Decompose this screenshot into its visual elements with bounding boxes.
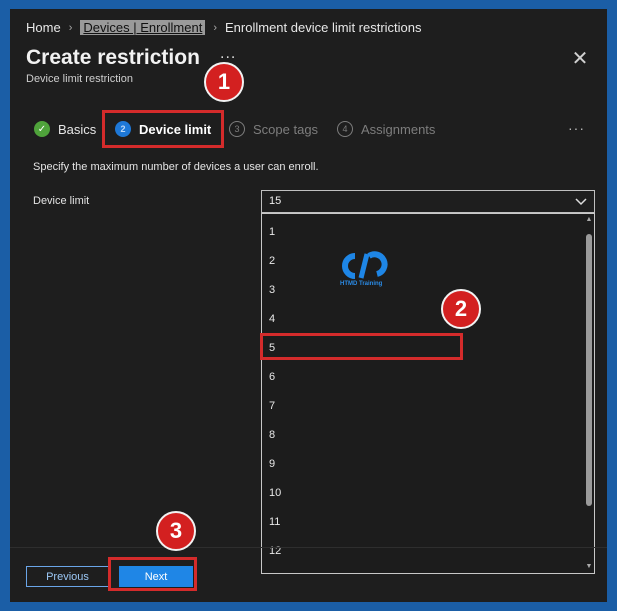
close-icon[interactable]: ✕ bbox=[570, 49, 590, 69]
dropdown-option-4[interactable]: 4 bbox=[269, 313, 275, 325]
highlight-option-5 bbox=[260, 333, 463, 360]
device-limit-value: 15 bbox=[269, 195, 282, 207]
device-limit-select[interactable]: 15 bbox=[261, 190, 595, 213]
previous-button[interactable]: Previous bbox=[26, 566, 109, 587]
dropdown-option-11[interactable]: 11 bbox=[269, 516, 280, 528]
scroll-down-icon[interactable]: ▼ bbox=[585, 563, 593, 571]
tabs-more-icon[interactable]: ··· bbox=[568, 120, 585, 136]
dropdown-option-9[interactable]: 9 bbox=[269, 458, 275, 470]
more-options-icon[interactable]: ... bbox=[220, 45, 236, 63]
tab-assignments[interactable]: 4 Assignments bbox=[337, 121, 435, 137]
breadcrumb: Home › Devices | Enrollment › Enrollment… bbox=[26, 20, 422, 35]
create-restriction-panel: Home › Devices | Enrollment › Enrollment… bbox=[10, 9, 607, 602]
tab-label: Assignments bbox=[361, 121, 436, 137]
page-subtitle: Device limit restriction bbox=[26, 73, 133, 85]
step-number-icon: 4 bbox=[337, 121, 353, 137]
tab-scope-tags[interactable]: 3 Scope tags bbox=[229, 121, 318, 137]
scroll-up-icon[interactable]: ▲ bbox=[585, 216, 593, 224]
checkmark-icon: ✓ bbox=[34, 121, 50, 137]
dropdown-option-7[interactable]: 7 bbox=[269, 400, 275, 412]
device-limit-label: Device limit bbox=[33, 195, 90, 207]
highlight-device-limit-tab bbox=[102, 110, 224, 148]
tab-basics[interactable]: ✓ Basics bbox=[34, 121, 96, 137]
tab-label: Basics bbox=[58, 121, 97, 137]
tab-label: Scope tags bbox=[253, 121, 319, 137]
annotation-badge-3: 3 bbox=[156, 511, 196, 551]
page-title: Create restriction bbox=[26, 46, 200, 69]
step-number-icon: 3 bbox=[229, 121, 245, 137]
dropdown-option-1[interactable]: 1 bbox=[269, 226, 275, 238]
breadcrumb-current: Enrollment device limit restrictions bbox=[225, 20, 422, 35]
device-limit-dropdown[interactable]: 1 2 3 4 5 6 7 8 9 10 11 12 ▲ ▼ bbox=[261, 213, 595, 574]
dropdown-option-6[interactable]: 6 bbox=[269, 371, 275, 383]
chevron-down-icon bbox=[575, 198, 587, 206]
highlight-next-button bbox=[108, 557, 197, 591]
dropdown-option-2[interactable]: 2 bbox=[269, 255, 275, 267]
breadcrumb-home[interactable]: Home bbox=[26, 20, 61, 35]
chevron-right-icon: › bbox=[68, 21, 73, 34]
breadcrumb-devices-enrollment[interactable]: Devices | Enrollment bbox=[80, 20, 206, 35]
dropdown-option-3[interactable]: 3 bbox=[269, 284, 275, 296]
dropdown-scrollbar[interactable]: ▲ ▼ bbox=[584, 214, 594, 573]
scrollbar-thumb[interactable] bbox=[586, 234, 592, 506]
chevron-right-icon: › bbox=[213, 21, 218, 34]
annotation-badge-2: 2 bbox=[441, 289, 481, 329]
watermark-text: HTMD Training bbox=[340, 281, 383, 287]
dropdown-option-8[interactable]: 8 bbox=[269, 429, 275, 441]
annotation-badge-1: 1 bbox=[204, 62, 244, 102]
footer-divider bbox=[10, 547, 607, 548]
dropdown-option-10[interactable]: 10 bbox=[269, 487, 281, 499]
form-description: Specify the maximum number of devices a … bbox=[33, 161, 319, 173]
